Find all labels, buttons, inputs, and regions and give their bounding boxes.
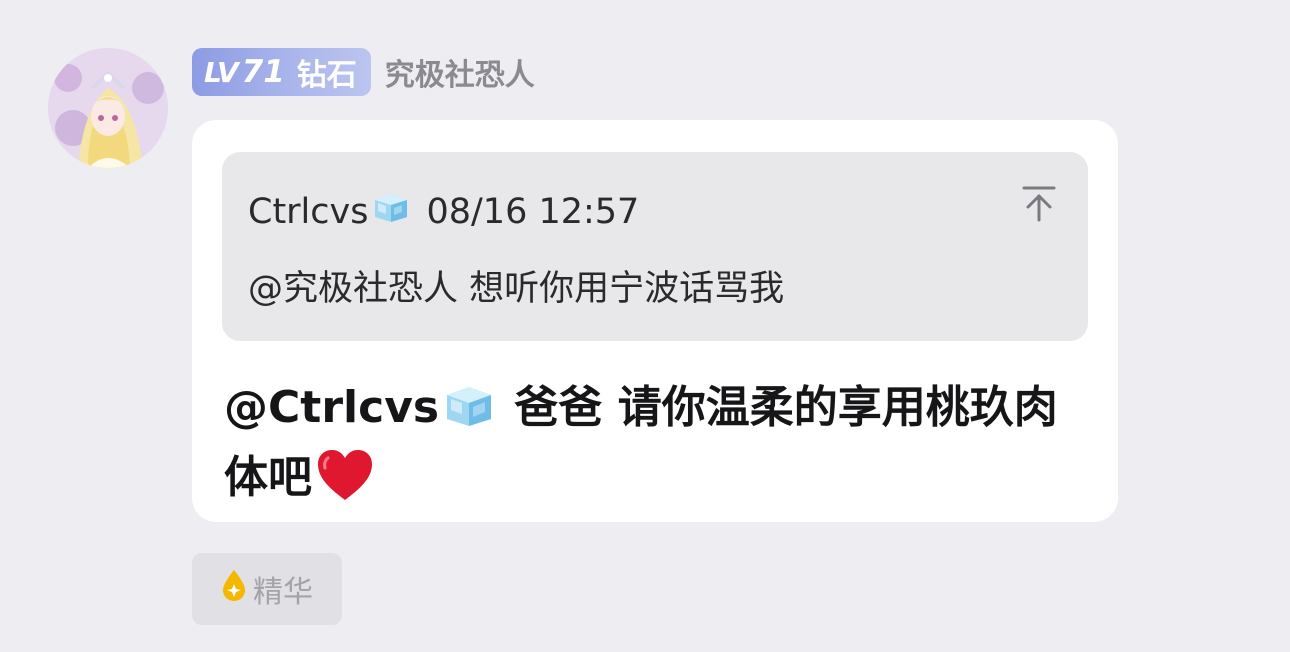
level-tier: 钻石 bbox=[296, 58, 357, 93]
quoted-message[interactable]: Ctrlcvs 08/16 12:57 @究极社恐人 想听你用宁波话骂我 bbox=[222, 152, 1088, 341]
avatar[interactable] bbox=[48, 48, 168, 168]
red-heart-icon bbox=[316, 448, 374, 520]
post-header: LV 71 钻石 究极社恐人 bbox=[192, 48, 535, 96]
message-card[interactable]: Ctrlcvs 08/16 12:57 @究极社恐人 想听你用宁波话骂我 @Ct… bbox=[192, 120, 1118, 522]
level-number: 71 bbox=[241, 54, 285, 90]
quote-author[interactable]: Ctrlcvs bbox=[248, 192, 368, 232]
level-prefix: LV bbox=[204, 55, 239, 89]
essence-button[interactable]: 精华 bbox=[192, 553, 342, 625]
quote-timestamp: 08/16 12:57 bbox=[426, 191, 640, 232]
message-mention[interactable]: @Ctrlcvs bbox=[224, 382, 439, 433]
level-badge: LV 71 钻石 bbox=[192, 48, 371, 96]
pin-top-icon[interactable] bbox=[1022, 186, 1056, 222]
flame-drop-icon bbox=[221, 568, 247, 610]
quote-text: @究极社恐人 想听你用宁波话骂我 bbox=[248, 269, 785, 309]
essence-label: 精华 bbox=[253, 575, 313, 610]
ice-cube-icon bbox=[372, 190, 410, 233]
username[interactable]: 究极社恐人 bbox=[385, 50, 535, 94]
quote-header: Ctrlcvs 08/16 12:57 bbox=[248, 190, 639, 233]
ice-cube-icon bbox=[443, 382, 495, 446]
message-body: @Ctrlcvs 爸爸 请你温柔的享用桃玖肉体吧 bbox=[224, 376, 1094, 520]
